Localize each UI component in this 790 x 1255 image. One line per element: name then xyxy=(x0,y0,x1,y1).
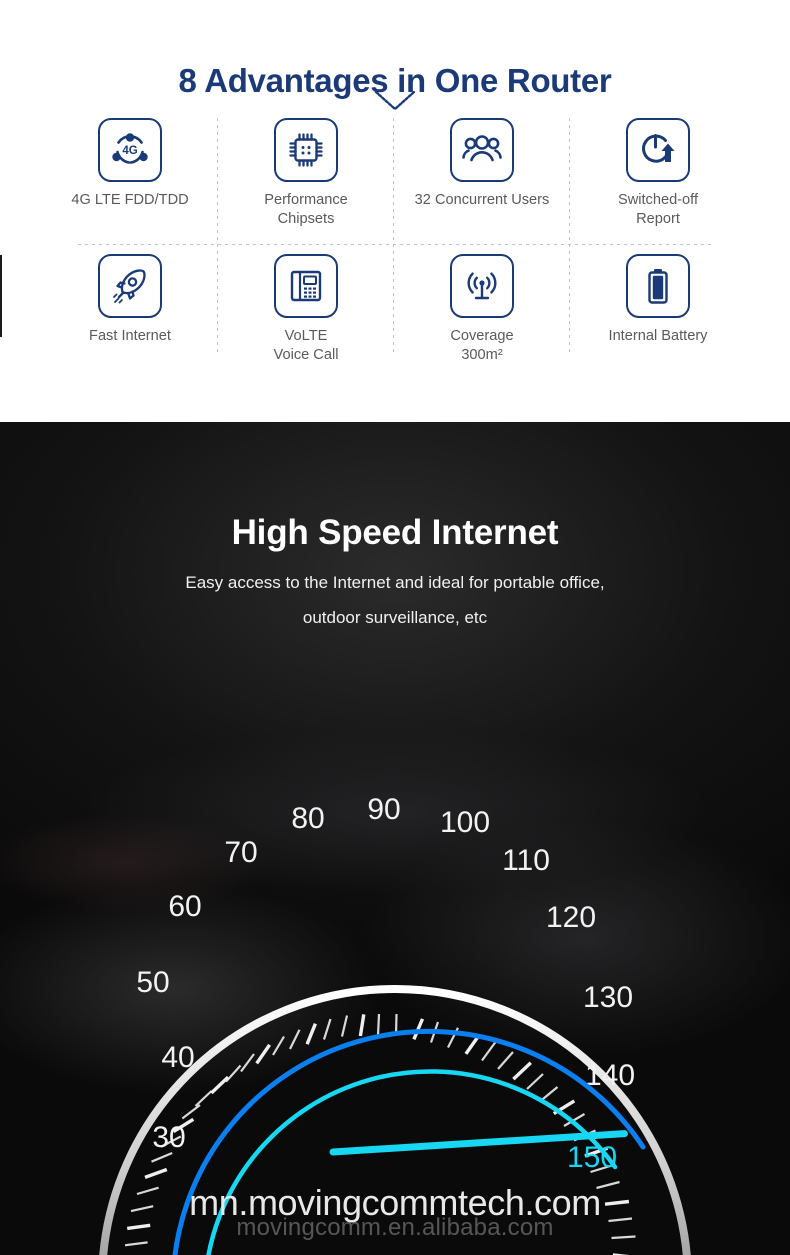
feature-label: Internal Battery xyxy=(608,328,708,344)
hero-subtitle-line-2: outdoor surveillance, etc xyxy=(302,608,488,627)
features-grid: 4G 4G LTE FDD/TDD Performance Chipsets 3… xyxy=(42,118,748,386)
hero-subtitle-line-1: Easy access to the Internet and ideal fo… xyxy=(185,573,605,592)
feature-label: 4G LTE FDD/TDD xyxy=(71,192,189,208)
gauge-label: 140 xyxy=(585,1059,635,1092)
gauge-label: 50 xyxy=(136,966,169,999)
feature-item-switched-off-report[interactable]: Switched-off Report xyxy=(570,118,746,229)
hero-title: High Speed Internet xyxy=(231,513,559,553)
gauge-label: 120 xyxy=(546,901,596,934)
gauge-label: 110 xyxy=(502,844,550,877)
feature-item-volte[interactable]: VoLTE Voice Call xyxy=(218,254,394,365)
feature-label: 32 Concurrent Users xyxy=(414,192,550,208)
4g-network-icon: 4G xyxy=(98,118,162,182)
feature-label: VoLTE Voice Call xyxy=(273,328,339,363)
users-group-icon xyxy=(450,118,514,182)
feature-item-internal-battery[interactable]: Internal Battery xyxy=(570,254,746,346)
desk-phone-icon xyxy=(274,254,338,318)
gauge-tick-labels: 30 40 50 60 70 80 90 100 110 120 130 140 xyxy=(136,793,635,1154)
gauge-label: 90 xyxy=(367,793,400,826)
battery-icon xyxy=(626,254,690,318)
gauge-label: 60 xyxy=(168,890,201,923)
chipset-icon xyxy=(274,118,338,182)
feature-item-coverage[interactable]: Coverage 300m² xyxy=(394,254,570,365)
gauge-label: 130 xyxy=(583,981,633,1014)
rocket-icon xyxy=(98,254,162,318)
chevron-down-icon xyxy=(373,88,417,114)
gauge-label: 70 xyxy=(224,836,257,869)
hero-section: High Speed Internet Easy access to the I… xyxy=(0,422,790,1255)
feature-label: Coverage 300m² xyxy=(450,328,514,363)
left-edge-artifact xyxy=(0,255,2,337)
feature-label: Switched-off Report xyxy=(617,192,699,227)
feature-item-4g-lte[interactable]: 4G 4G LTE FDD/TDD xyxy=(42,118,218,210)
feature-item-fast-internet[interactable]: Fast Internet xyxy=(42,254,218,346)
gauge-label: 80 xyxy=(291,802,324,835)
watermark-primary: mn.movingcommtech.com xyxy=(189,1182,601,1223)
features-section: 8 Advantages in One Router 4G 4G LTE FDD… xyxy=(0,0,790,422)
hero-subtitle: Easy access to the Internet and ideal fo… xyxy=(0,565,790,635)
grid-divider-horizontal xyxy=(78,244,712,245)
signal-tower-icon xyxy=(450,254,514,318)
svg-text:4G: 4G xyxy=(122,145,137,157)
power-off-report-icon xyxy=(626,118,690,182)
gauge-label: 100 xyxy=(440,806,490,839)
gauge-label: 40 xyxy=(161,1041,194,1074)
feature-label: Fast Internet xyxy=(89,328,171,344)
speedometer-gauge: 30 40 50 60 70 80 90 100 110 120 130 140… xyxy=(65,722,725,1255)
page-root: 8 Advantages in One Router 4G 4G LTE FDD… xyxy=(0,0,790,1255)
feature-label: Performance Chipsets xyxy=(264,192,348,227)
gauge-label: 30 xyxy=(152,1121,185,1154)
feature-item-chipsets[interactable]: Performance Chipsets xyxy=(218,118,394,229)
feature-item-concurrent-users[interactable]: 32 Concurrent Users xyxy=(394,118,570,210)
